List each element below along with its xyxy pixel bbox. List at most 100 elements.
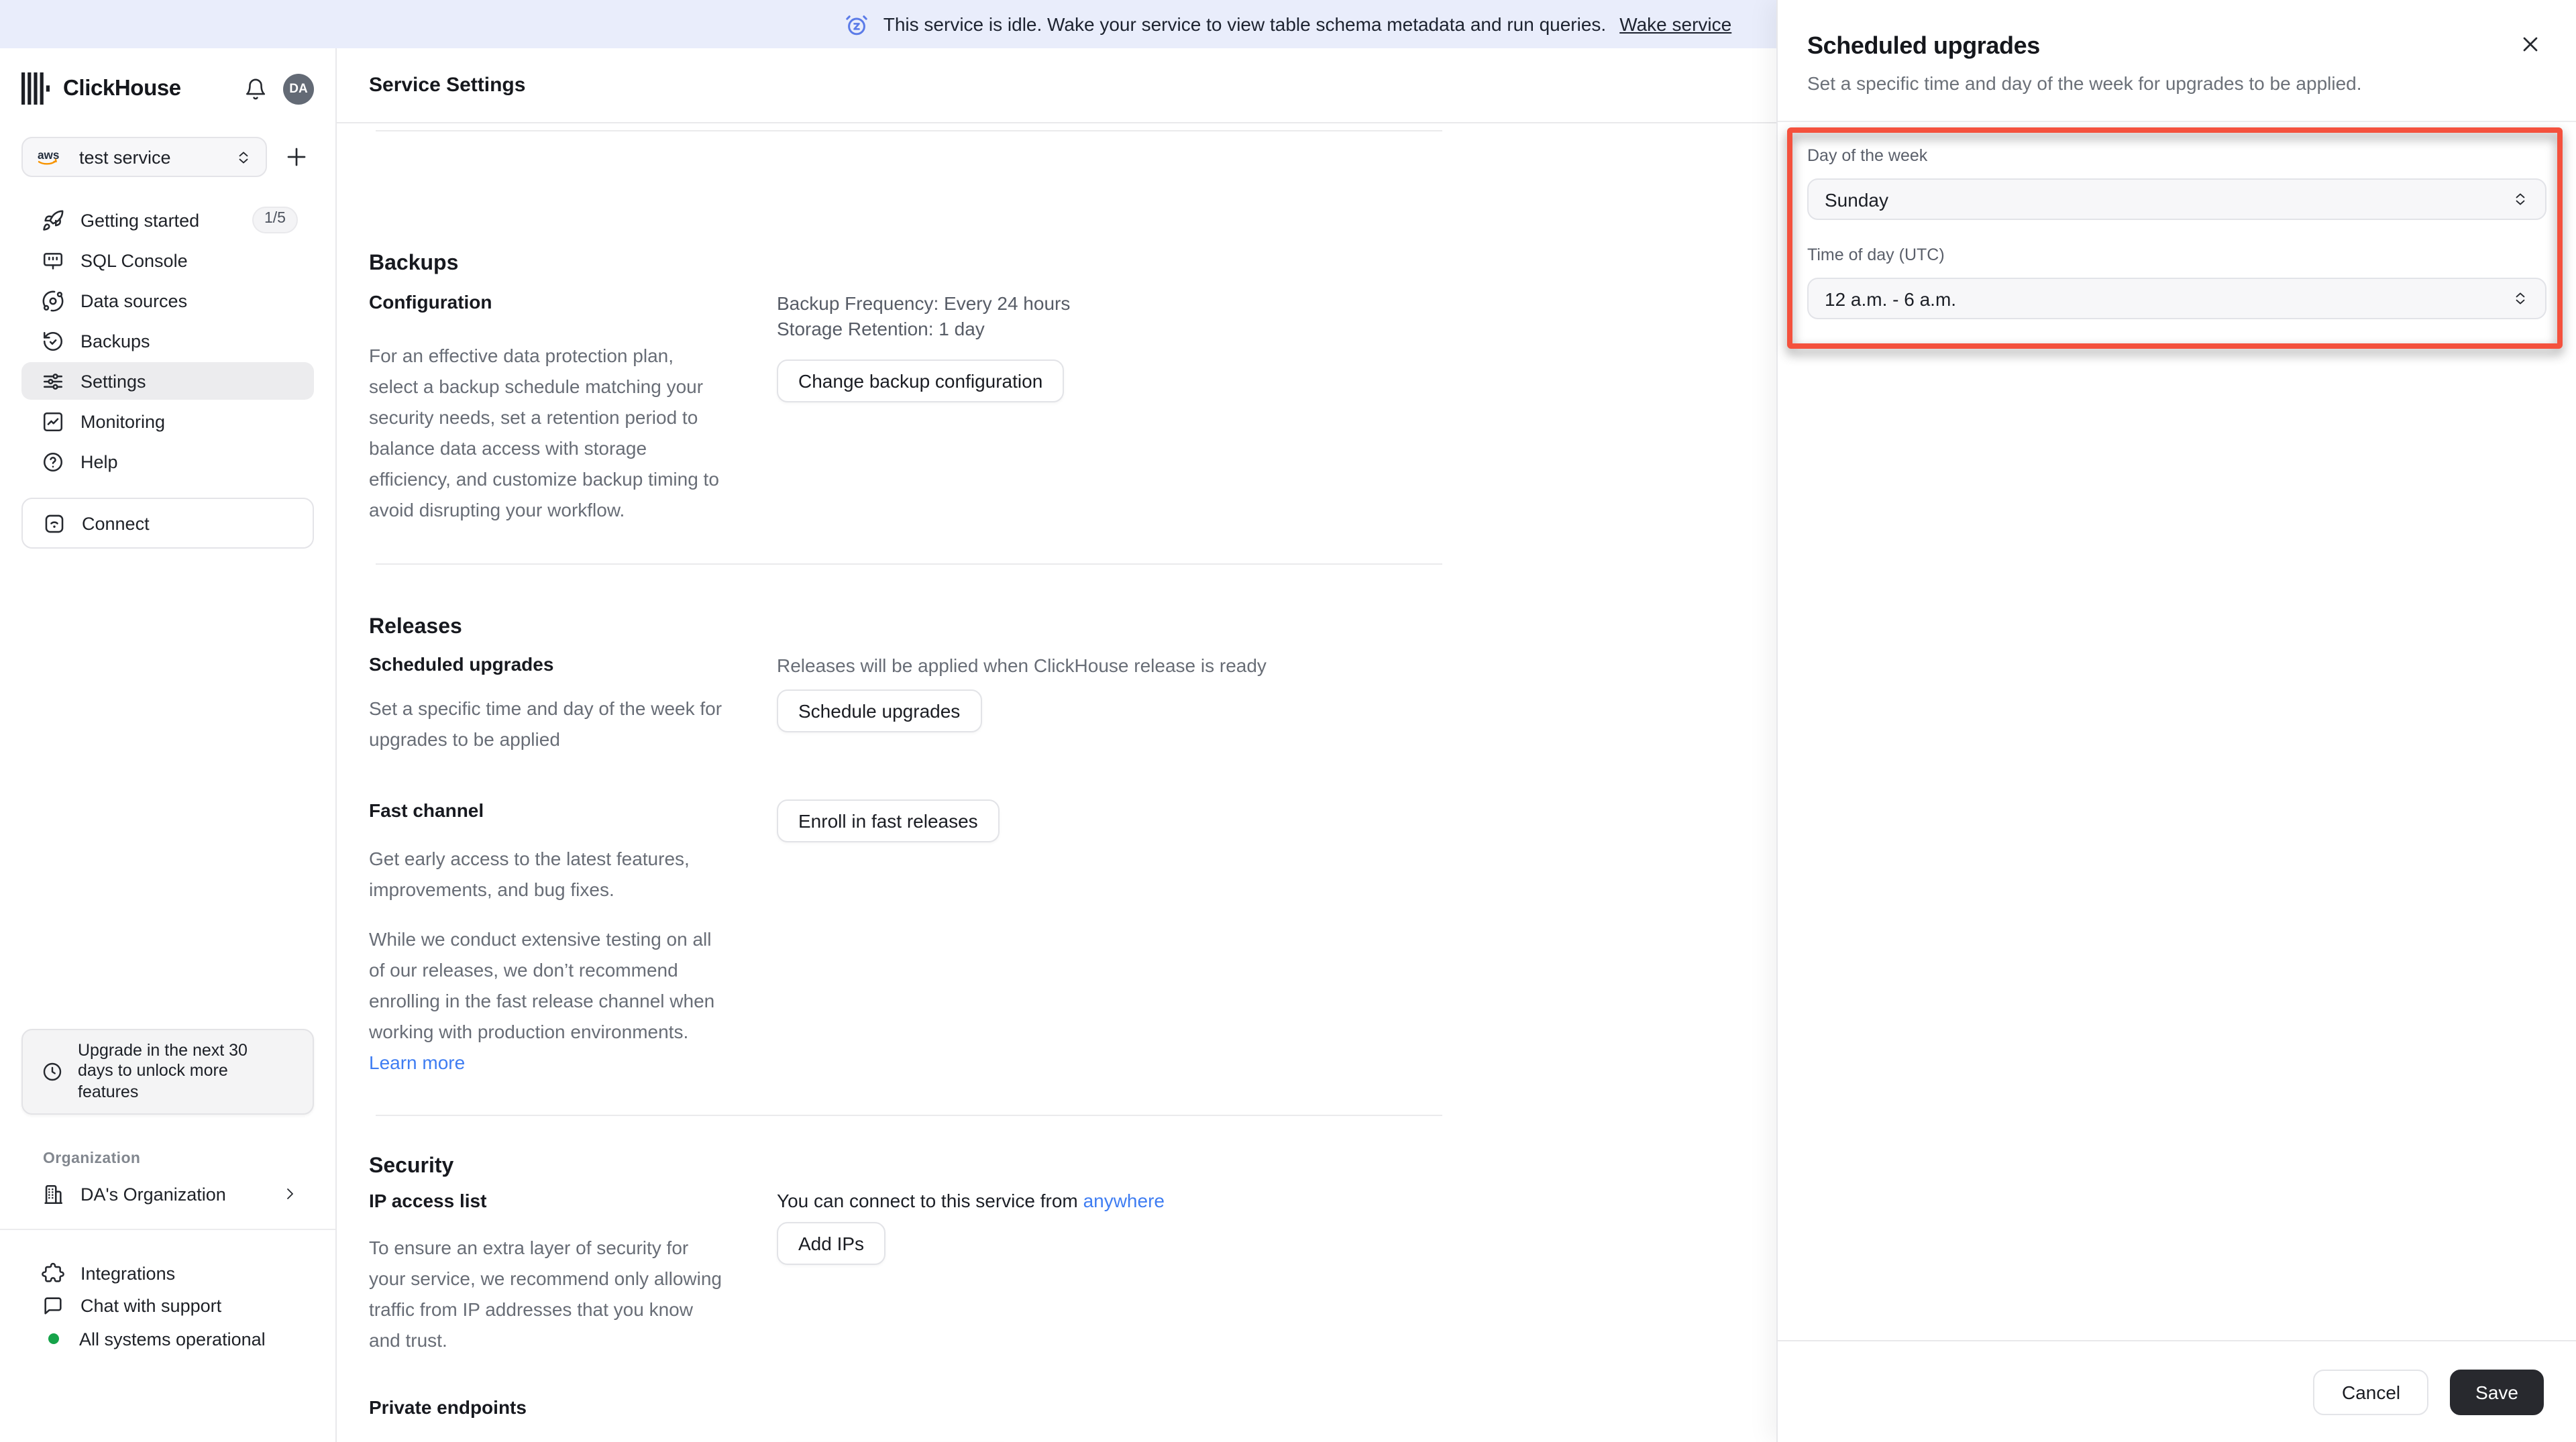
integrations-label: Integrations bbox=[80, 1263, 176, 1283]
system-status-row[interactable]: All systems operational bbox=[21, 1323, 314, 1355]
fast-channel-description-2: While we conduct extensive testing on al… bbox=[369, 924, 727, 1078]
learn-more-link[interactable]: Learn more bbox=[369, 1052, 465, 1073]
sidebar-nav: Getting started 1/5 SQL Console Data sou… bbox=[21, 201, 314, 480]
sidebar-item-data-sources[interactable]: Data sources bbox=[21, 282, 314, 319]
private-endpoints-heading: Private endpoints bbox=[369, 1396, 527, 1418]
sidebar-item-label: Data sources bbox=[80, 290, 188, 311]
configuration-heading: Configuration bbox=[369, 291, 492, 313]
connect-button[interactable]: Connect bbox=[21, 498, 314, 549]
service-selector[interactable]: aws test service bbox=[21, 137, 267, 177]
sidebar-item-label: Backups bbox=[80, 331, 150, 351]
sidebar-item-settings[interactable]: Settings bbox=[21, 362, 314, 400]
add-service-button[interactable] bbox=[284, 145, 309, 169]
avatar[interactable]: DA bbox=[283, 73, 314, 104]
upgrade-notice-text: Upgrade in the next 30 days to unlock mo… bbox=[78, 1040, 248, 1101]
chat-support-label: Chat with support bbox=[80, 1295, 222, 1315]
banner-message: This service is idle. Wake your service … bbox=[883, 13, 1607, 35]
sidebar-item-label: Getting started bbox=[80, 210, 200, 230]
day-of-week-select[interactable]: Sunday bbox=[1807, 178, 2546, 220]
change-backup-configuration-button[interactable]: Change backup configuration bbox=[777, 359, 1065, 402]
fast-channel-description-text: While we conduct extensive testing on al… bbox=[369, 928, 715, 1042]
connect-label: Connect bbox=[82, 513, 150, 533]
snooze-alarm-icon bbox=[845, 11, 870, 37]
help-circle-icon bbox=[42, 450, 64, 473]
fast-channel-heading: Fast channel bbox=[369, 799, 484, 821]
ip-access-list-description: To ensure an extra layer of security for… bbox=[369, 1237, 722, 1351]
brand-row: ClickHouse DA bbox=[21, 70, 314, 107]
backup-frequency-value: Backup Frequency: Every 24 hours bbox=[777, 292, 1071, 314]
sidebar-item-chat-support[interactable]: Chat with support bbox=[21, 1289, 314, 1321]
sidebar-item-label: Help bbox=[80, 451, 118, 472]
bell-icon[interactable] bbox=[240, 74, 270, 103]
day-of-week-label: Day of the week bbox=[1807, 146, 1928, 165]
ip-access-note: You can connect to this service from any… bbox=[777, 1190, 1165, 1211]
status-green-dot-icon bbox=[48, 1333, 59, 1344]
chevrons-up-down-icon bbox=[2512, 190, 2529, 208]
panel-footer: Cancel Save bbox=[1778, 1340, 2576, 1442]
sidebar-item-label: Monitoring bbox=[80, 411, 166, 431]
enroll-fast-releases-button[interactable]: Enroll in fast releases bbox=[777, 799, 1000, 842]
panel-description: Set a specific time and day of the week … bbox=[1807, 72, 2362, 94]
sidebar-item-backups[interactable]: Backups bbox=[21, 322, 314, 359]
releases-section-heading: Releases bbox=[369, 616, 462, 639]
save-button[interactable]: Save bbox=[2450, 1369, 2544, 1415]
building-icon bbox=[42, 1182, 64, 1205]
anywhere-link[interactable]: anywhere bbox=[1083, 1190, 1165, 1211]
clickhouse-console: This service is idle. Wake your service … bbox=[0, 0, 2576, 1442]
data-sources-icon bbox=[42, 289, 64, 312]
day-of-week-value: Sunday bbox=[1825, 188, 1888, 210]
sidebar-item-integrations[interactable]: Integrations bbox=[21, 1257, 314, 1289]
sidebar-item-help[interactable]: Help bbox=[21, 443, 314, 480]
scheduled-upgrades-panel: Scheduled upgrades Set a specific time a… bbox=[1776, 0, 2576, 1442]
system-status-label: All systems operational bbox=[79, 1329, 266, 1349]
schedule-upgrades-button[interactable]: Schedule upgrades bbox=[777, 689, 982, 732]
rocket-icon bbox=[42, 209, 64, 231]
sidebar-item-sql-console[interactable]: SQL Console bbox=[21, 241, 314, 279]
sidebar-item-label: SQL Console bbox=[80, 250, 188, 270]
chat-bubble-icon bbox=[42, 1294, 64, 1317]
brand-name: ClickHouse bbox=[63, 76, 181, 100]
chevrons-up-down-icon bbox=[2512, 290, 2529, 307]
connect-icon bbox=[43, 512, 66, 535]
storage-retention-value: Storage Retention: 1 day bbox=[777, 318, 985, 339]
private-endpoints-row: Private endpoints Set up one or more end… bbox=[369, 1396, 1442, 1442]
time-of-day-select[interactable]: 12 a.m. - 6 a.m. bbox=[1807, 278, 2546, 319]
clickhouse-logo-icon bbox=[21, 72, 50, 105]
backups-history-icon bbox=[42, 329, 64, 352]
aws-logo-icon: aws bbox=[36, 148, 67, 166]
panel-title: Scheduled upgrades bbox=[1807, 32, 2040, 59]
time-of-day-value: 12 a.m. - 6 a.m. bbox=[1825, 288, 1957, 309]
clock-icon bbox=[42, 1061, 63, 1083]
private-endpoints-description: Set up one or more endpoints to connect … bbox=[369, 1434, 727, 1442]
organization-section-label: Organization bbox=[43, 1151, 141, 1167]
chevron-right-icon bbox=[282, 1186, 298, 1202]
configuration-description: For an effective data protection plan, s… bbox=[369, 345, 719, 520]
sql-console-icon bbox=[42, 249, 64, 272]
sidebar-item-getting-started[interactable]: Getting started 1/5 bbox=[21, 201, 314, 239]
organization-switcher[interactable]: DA's Organization bbox=[21, 1175, 314, 1213]
ip-access-list-row: IP access list To ensure an extra layer … bbox=[369, 1190, 1442, 1356]
fast-channel-description-1: Get early access to the latest features,… bbox=[369, 848, 690, 900]
settings-sliders-icon bbox=[42, 370, 64, 392]
sidebar-item-label: Settings bbox=[80, 371, 146, 391]
sidebar: ClickHouse DA aws test service Getting s… bbox=[0, 48, 337, 1442]
wake-service-link[interactable]: Wake service bbox=[1619, 13, 1731, 35]
sidebar-item-monitoring[interactable]: Monitoring bbox=[21, 402, 314, 440]
scheduled-upgrades-heading: Scheduled upgrades bbox=[369, 653, 554, 675]
backups-section-heading: Backups bbox=[369, 252, 459, 276]
getting-started-progress-badge: 1/5 bbox=[252, 207, 298, 233]
cancel-button[interactable]: Cancel bbox=[2313, 1369, 2429, 1415]
section-divider bbox=[376, 563, 1442, 565]
ip-access-note-text: You can connect to this service from bbox=[777, 1190, 1078, 1211]
monitoring-chart-icon bbox=[42, 410, 64, 433]
close-icon[interactable] bbox=[2518, 32, 2542, 56]
security-section-heading: Security bbox=[369, 1155, 454, 1178]
scheduled-upgrades-row: Scheduled upgrades Set a specific time a… bbox=[369, 653, 1442, 755]
add-ips-button[interactable]: Add IPs bbox=[777, 1222, 886, 1265]
scheduled-upgrades-description: Set a specific time and day of the week … bbox=[369, 698, 722, 750]
section-divider bbox=[376, 1115, 1442, 1116]
page-title: Service Settings bbox=[369, 74, 526, 97]
puzzle-icon bbox=[42, 1262, 64, 1284]
ip-access-list-heading: IP access list bbox=[369, 1190, 487, 1211]
upgrade-notice-card[interactable]: Upgrade in the next 30 days to unlock mo… bbox=[21, 1029, 314, 1115]
